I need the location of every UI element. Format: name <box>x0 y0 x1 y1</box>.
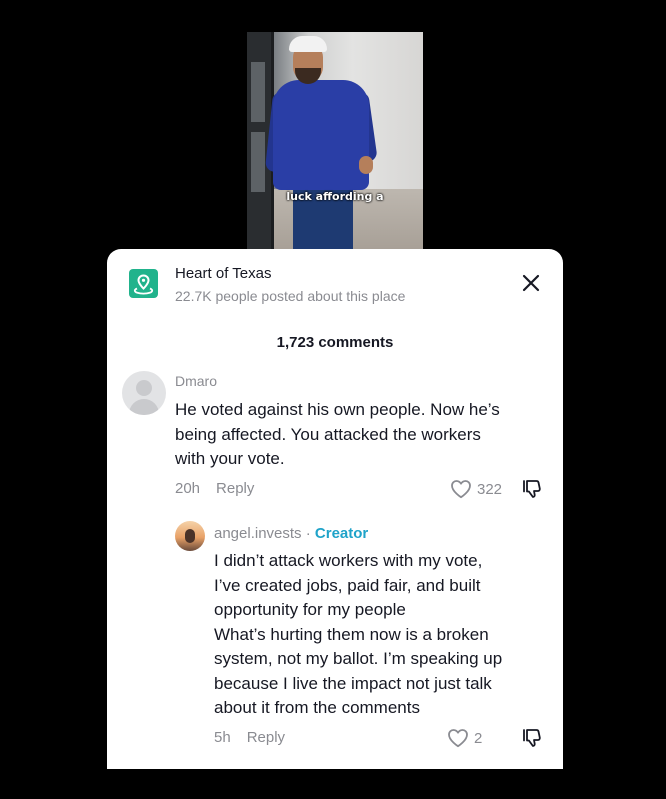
place-name[interactable]: Heart of Texas <box>175 265 271 282</box>
reply-text-line: opportunity for my people <box>214 600 406 619</box>
reply-text: I didn’t attack workers with my vote, I’… <box>214 549 554 721</box>
close-icon[interactable] <box>521 273 541 293</box>
avatar[interactable] <box>122 371 166 415</box>
heart-icon <box>451 480 471 499</box>
video-preview[interactable]: luck affording a <box>247 32 423 249</box>
reply-username-text[interactable]: angel.invests <box>214 525 302 542</box>
reply-button[interactable]: Reply <box>247 729 285 746</box>
avatar[interactable] <box>175 521 205 551</box>
like-button[interactable]: 322 <box>450 478 502 500</box>
reply-button[interactable]: Reply <box>216 480 254 497</box>
like-count: 2 <box>474 729 483 747</box>
comment-username[interactable]: Dmaro <box>175 373 217 389</box>
reply-time: 5h <box>214 729 231 746</box>
reply-text-line: I didn’t attack workers with my vote, <box>214 551 483 570</box>
reply-meta: 5h Reply <box>214 729 285 746</box>
like-button[interactable]: 2 <box>447 727 482 749</box>
reply-text-line: What’s hurting them now is a broken <box>214 624 489 644</box>
reply-username: angel.invests · Creator <box>214 525 368 542</box>
comment-text-line: He voted against his own people. Now he’… <box>175 400 500 419</box>
reply-text-line: I’ve created jobs, paid fair, and built <box>214 575 481 595</box>
like-count: 322 <box>477 480 503 498</box>
reply-text-line: because I live the impact not just talk <box>214 673 492 693</box>
comment-text-line: being affected. You attacked the workers <box>175 424 481 444</box>
dislike-icon[interactable] <box>521 727 543 749</box>
person-cap <box>289 36 327 52</box>
place-subtitle: 22.7K people posted about this place <box>175 288 406 304</box>
comment-text: He voted against his own people. Now he’… <box>175 398 555 472</box>
person-shirt <box>273 80 369 190</box>
comments-panel: Heart of Texas 22.7K people posted about… <box>107 249 563 769</box>
reply-text-line: about it from the comments <box>214 698 420 717</box>
heart-icon <box>448 729 468 748</box>
comment-text-line: with your vote. <box>175 449 285 468</box>
person-hand <box>359 156 373 174</box>
comment-time: 20h <box>175 480 201 497</box>
name-separator: · <box>301 525 315 542</box>
creator-badge: Creator <box>314 525 369 542</box>
reply-text-line: system, not my ballot. I’m speaking up <box>214 649 503 668</box>
dislike-icon[interactable] <box>521 478 543 500</box>
video-caption: luck affording a <box>286 190 384 203</box>
comment-count: 1,723 comments <box>276 334 394 351</box>
comment-meta: 20h Reply <box>175 480 254 497</box>
location-pin-icon[interactable] <box>129 269 158 298</box>
